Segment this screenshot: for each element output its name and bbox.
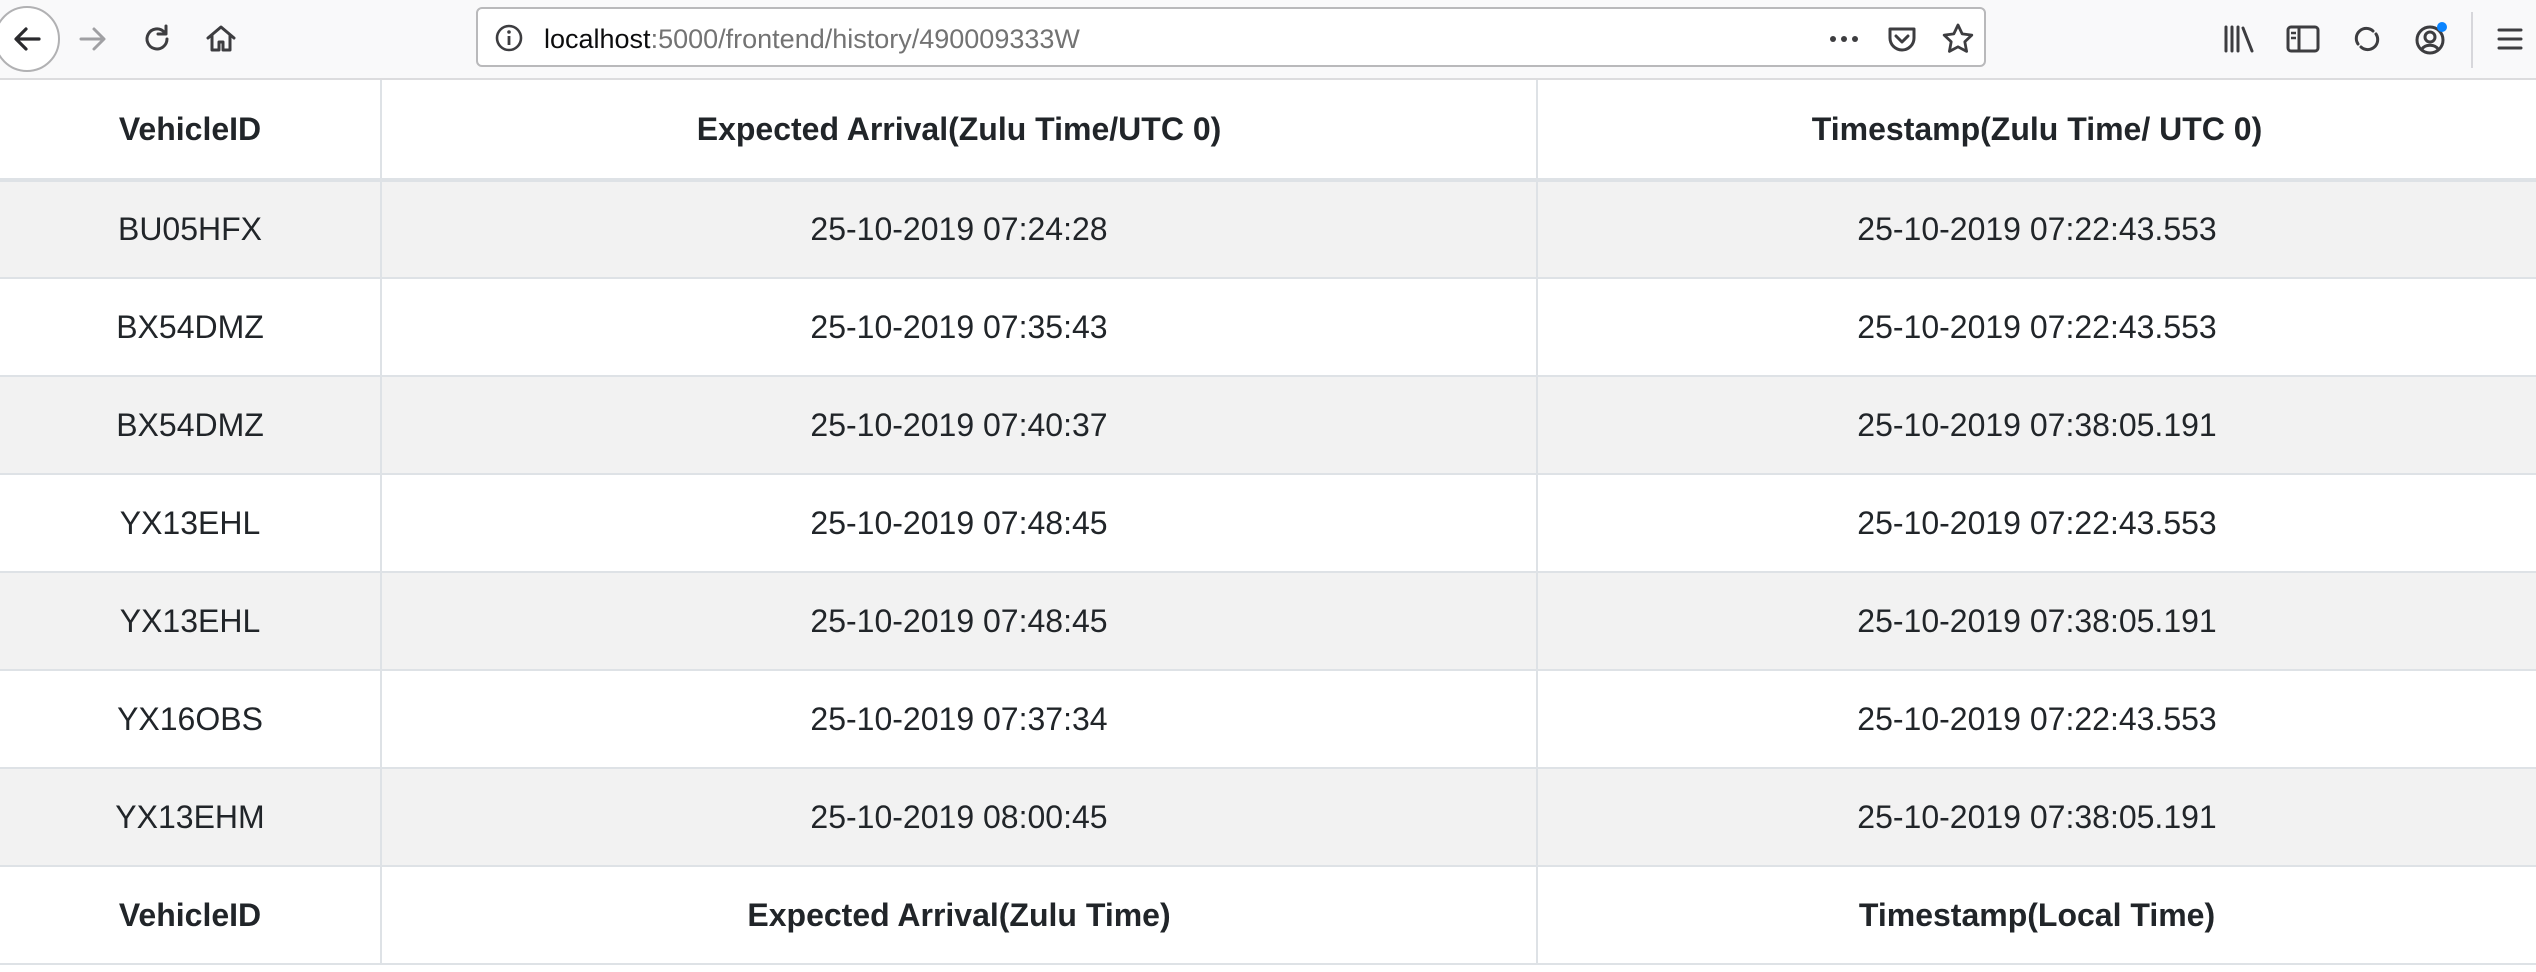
table-row: YX13EHL 25-10-2019 07:48:45 25-10-2019 0… bbox=[0, 473, 2536, 572]
cell-vehicle-id: YX16OBS bbox=[0, 669, 381, 768]
home-button[interactable] bbox=[190, 0, 252, 78]
footer-header-vehicle-id: VehicleID bbox=[0, 865, 381, 965]
footer-header-expected-arrival: Expected Arrival(Zulu Time) bbox=[380, 865, 1537, 965]
table-row: YX13EHM 25-10-2019 08:00:45 25-10-2019 0… bbox=[0, 767, 2536, 866]
sidebar-icon bbox=[2286, 25, 2320, 53]
cell-expected-arrival: 25-10-2019 07:24:28 bbox=[380, 179, 1537, 278]
sync-button[interactable] bbox=[2336, 0, 2398, 78]
library-button[interactable] bbox=[2208, 0, 2270, 78]
table-row: BU05HFX 25-10-2019 07:24:28 25-10-2019 0… bbox=[0, 179, 2536, 278]
table-header: VehicleID Expected Arrival(Zulu Time/UTC… bbox=[0, 80, 2536, 182]
library-icon bbox=[2224, 25, 2254, 53]
arrow-right-icon bbox=[79, 27, 106, 51]
cell-vehicle-id: BX54DMZ bbox=[0, 375, 381, 474]
table-footer: VehicleID Expected Arrival(Zulu Time) Ti… bbox=[0, 865, 2536, 965]
info-icon[interactable] bbox=[494, 23, 524, 53]
star-icon bbox=[1942, 23, 1974, 53]
home-icon bbox=[206, 25, 236, 52]
cell-vehicle-id: YX13EHL bbox=[0, 473, 381, 572]
url-host: localhost bbox=[544, 24, 651, 54]
column-header-expected-arrival: Expected Arrival(Zulu Time/UTC 0) bbox=[380, 80, 1537, 182]
header-row: VehicleID Expected Arrival(Zulu Time/UTC… bbox=[0, 80, 2536, 182]
cell-vehicle-id: YX13EHL bbox=[0, 571, 381, 670]
cell-expected-arrival: 25-10-2019 08:00:45 bbox=[380, 767, 1537, 866]
footer-header-timestamp: Timestamp(Local Time) bbox=[1536, 865, 2536, 965]
cell-timestamp: 25-10-2019 07:38:05.191 bbox=[1536, 375, 2536, 474]
hamburger-menu-icon bbox=[2497, 28, 2523, 50]
url-text[interactable]: localhost:5000/frontend/history/49000933… bbox=[544, 22, 1080, 56]
cell-expected-arrival: 25-10-2019 07:48:45 bbox=[380, 473, 1537, 572]
back-button[interactable] bbox=[0, 6, 60, 72]
url-bar[interactable]: localhost:5000/frontend/history/49000933… bbox=[476, 7, 1986, 67]
arrow-left-icon bbox=[14, 27, 41, 51]
cell-timestamp: 25-10-2019 07:22:43.553 bbox=[1536, 473, 2536, 572]
url-path: :5000/frontend/history/490009333W bbox=[650, 24, 1080, 54]
browser-toolbar: localhost:5000/frontend/history/49000933… bbox=[0, 0, 2536, 80]
cell-timestamp: 25-10-2019 07:22:43.553 bbox=[1536, 669, 2536, 768]
more-dots-icon bbox=[1830, 36, 1858, 42]
cell-timestamp: 25-10-2019 07:22:43.553 bbox=[1536, 277, 2536, 376]
cell-timestamp: 25-10-2019 07:38:05.191 bbox=[1536, 767, 2536, 866]
sync-status-dot bbox=[2437, 22, 2447, 32]
account-icon bbox=[2415, 22, 2447, 55]
cell-expected-arrival: 25-10-2019 07:37:34 bbox=[380, 669, 1537, 768]
toolbar-separator bbox=[2471, 12, 2473, 68]
table-row: YX13EHL 25-10-2019 07:48:45 25-10-2019 0… bbox=[0, 571, 2536, 670]
cell-expected-arrival: 25-10-2019 07:48:45 bbox=[380, 571, 1537, 670]
history-table: VehicleID Expected Arrival(Zulu Time/UTC… bbox=[0, 80, 2536, 965]
sync-icon bbox=[2354, 26, 2380, 52]
cell-vehicle-id: YX13EHM bbox=[0, 767, 381, 866]
cell-expected-arrival: 25-10-2019 07:35:43 bbox=[380, 277, 1537, 376]
sidebar-button[interactable] bbox=[2272, 0, 2334, 78]
column-header-vehicle-id: VehicleID bbox=[0, 80, 381, 182]
page-actions-button[interactable] bbox=[1826, 21, 1862, 57]
column-header-timestamp: Timestamp(Zulu Time/ UTC 0) bbox=[1536, 80, 2536, 182]
pocket-icon bbox=[1888, 27, 1916, 52]
footer-row: VehicleID Expected Arrival(Zulu Time) Ti… bbox=[0, 865, 2536, 965]
table-body: BU05HFX 25-10-2019 07:24:28 25-10-2019 0… bbox=[0, 179, 2536, 866]
table-row: YX16OBS 25-10-2019 07:37:34 25-10-2019 0… bbox=[0, 669, 2536, 768]
cell-timestamp: 25-10-2019 07:38:05.191 bbox=[1536, 571, 2536, 670]
cell-timestamp: 25-10-2019 07:22:43.553 bbox=[1536, 179, 2536, 278]
cell-vehicle-id: BX54DMZ bbox=[0, 277, 381, 376]
history-table-container: VehicleID Expected Arrival(Zulu Time/UTC… bbox=[0, 80, 2536, 965]
cell-expected-arrival: 25-10-2019 07:40:37 bbox=[380, 375, 1537, 474]
table-row: BX54DMZ 25-10-2019 07:35:43 25-10-2019 0… bbox=[0, 277, 2536, 376]
account-button[interactable] bbox=[2400, 0, 2462, 78]
bookmark-button[interactable] bbox=[1940, 21, 1976, 57]
pocket-button[interactable] bbox=[1884, 21, 1920, 57]
cell-vehicle-id: BU05HFX bbox=[0, 179, 381, 278]
forward-button[interactable] bbox=[62, 0, 124, 78]
reload-icon bbox=[145, 24, 169, 51]
menu-button[interactable] bbox=[2484, 0, 2536, 78]
reload-button[interactable] bbox=[126, 0, 188, 78]
table-row: BX54DMZ 25-10-2019 07:40:37 25-10-2019 0… bbox=[0, 375, 2536, 474]
